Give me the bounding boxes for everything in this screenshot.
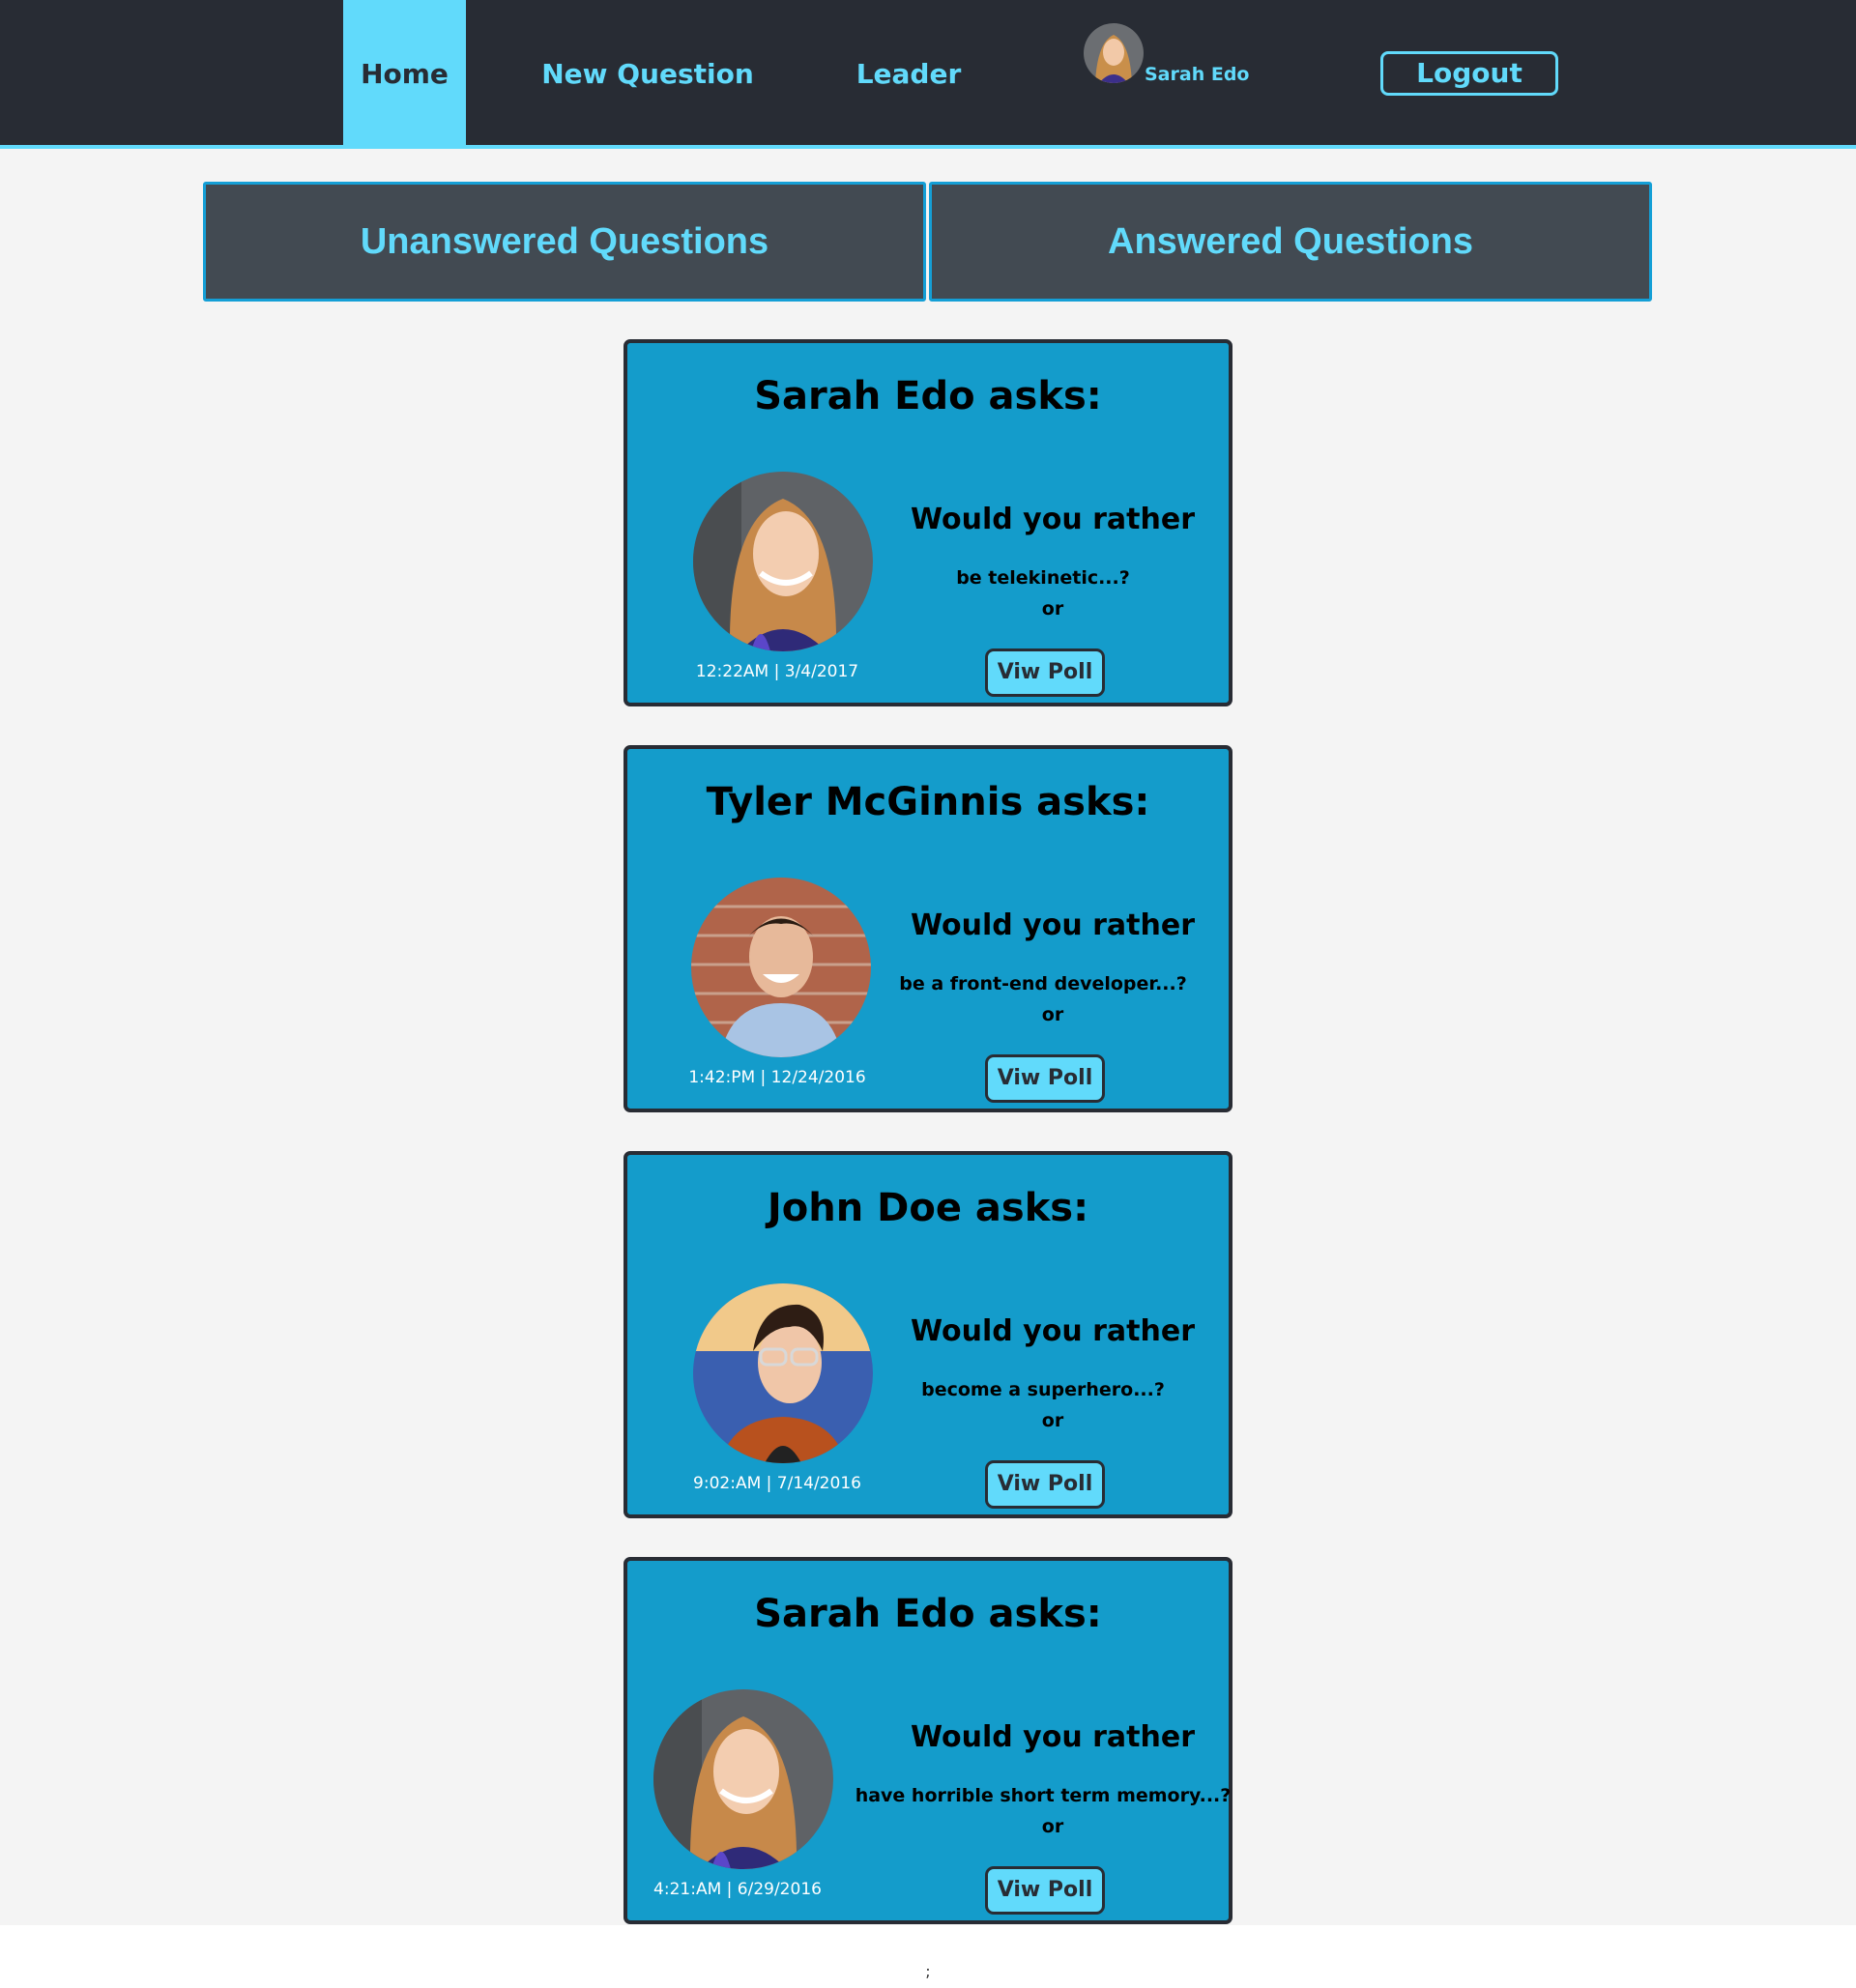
- option-one-text: have horrible short term memory...?: [855, 1785, 1232, 1806]
- view-poll-button[interactable]: Viw Poll: [985, 1866, 1105, 1915]
- option-one-text: be a front-end developer...?: [899, 973, 1187, 994]
- question-card: Sarah Edo asks: 12:22AM | 3/4/2017 Would…: [624, 339, 1232, 706]
- would-you-rather-heading: Would you rather: [910, 503, 1196, 536]
- option-one-text: become a superhero...?: [921, 1379, 1165, 1400]
- question-timestamp: 12:22AM | 3/4/2017: [695, 662, 859, 681]
- or-separator: or: [1041, 1816, 1064, 1837]
- footer-text: ;: [925, 1962, 931, 1980]
- author-avatar: [693, 1283, 873, 1463]
- author-avatar: [653, 1689, 833, 1869]
- tab-answered-questions[interactable]: Answered Questions: [929, 182, 1652, 302]
- author-avatar: [691, 878, 871, 1057]
- author-avatar: [693, 472, 873, 651]
- view-poll-button[interactable]: Viw Poll: [985, 1460, 1105, 1509]
- top-navbar: Home New Question Leader Board Sarah Edo…: [0, 0, 1856, 239]
- or-separator: or: [1041, 598, 1064, 619]
- logout-button[interactable]: Logout: [1380, 51, 1558, 96]
- or-separator: or: [1041, 1004, 1064, 1025]
- question-timestamp: 1:42:PM | 12/24/2016: [688, 1068, 866, 1087]
- question-author-title: John Doe asks:: [767, 1186, 1089, 1230]
- question-author-title: Sarah Edo asks:: [754, 374, 1102, 418]
- question-timestamp: 4:21:AM | 6/29/2016: [653, 1880, 822, 1899]
- question-card: Sarah Edo asks: 4:21:AM | 6/29/2016 Woul…: [624, 1557, 1232, 1924]
- nav-new-question-link[interactable]: New Question: [541, 0, 754, 145]
- question-author-title: Sarah Edo asks:: [754, 1592, 1102, 1636]
- user-name: Sarah Edo: [1145, 64, 1250, 85]
- view-poll-button[interactable]: Viw Poll: [985, 648, 1105, 697]
- would-you-rather-heading: Would you rather: [910, 1720, 1196, 1754]
- question-card: Tyler McGinnis asks: 1:42:PM | 12/24/201…: [624, 745, 1232, 1112]
- option-one-text: be telekinetic...?: [956, 567, 1130, 589]
- question-card: John Doe asks: 9:02:AM | 7/14/2016 Would…: [624, 1151, 1232, 1518]
- would-you-rather-heading: Would you rather: [910, 908, 1196, 942]
- nav-leader-board-link[interactable]: Leader Board: [812, 0, 1005, 239]
- nav-home-link[interactable]: Home: [343, 0, 466, 145]
- view-poll-button[interactable]: Viw Poll: [985, 1054, 1105, 1103]
- or-separator: or: [1041, 1410, 1064, 1431]
- question-author-title: Tyler McGinnis asks:: [706, 780, 1150, 824]
- question-timestamp: 9:02:AM | 7/14/2016: [693, 1474, 861, 1493]
- would-you-rather-heading: Would you rather: [910, 1314, 1196, 1348]
- user-avatar: [1084, 23, 1144, 83]
- tab-unanswered-questions[interactable]: Unanswered Questions: [203, 182, 926, 302]
